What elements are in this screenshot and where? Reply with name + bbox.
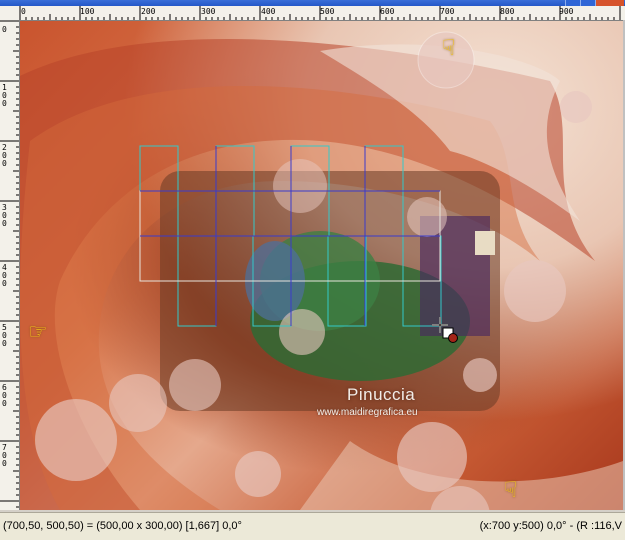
selection-readout: (700,50, 500,50) = (500,00 x 300,00) [1,…: [3, 520, 242, 532]
ruler-label: 600: [380, 7, 395, 16]
ruler-label: 900: [559, 7, 574, 16]
ruler-label: 100: [2, 83, 7, 108]
ruler-label: 600: [2, 383, 7, 408]
ruler-label: 800: [500, 7, 515, 16]
ruler-label: 300: [2, 203, 7, 228]
ruler-label: 100: [80, 7, 95, 16]
ruler-label: 700: [440, 7, 455, 16]
hand-point-down-icon: ☟: [504, 477, 518, 502]
image-canvas[interactable]: ☟ ☞ ☟ Pinuccia www.maidiregrafica.eu: [20, 21, 623, 510]
horizontal-ruler[interactable]: 0 100 200 300 400 500 600 700 800 900: [0, 6, 625, 21]
ruler-label: 500: [2, 323, 7, 348]
ruler-label: 200: [2, 143, 7, 168]
ruler-label: 400: [261, 7, 276, 16]
vertical-ruler[interactable]: 0 100 200 300 400 500 600 700: [0, 20, 20, 510]
ruler-label: 300: [201, 7, 216, 16]
status-bar: (700,50, 500,50) = (500,00 x 300,00) [1,…: [0, 512, 625, 540]
artwork: [20, 31, 623, 510]
ruler-label: 400: [2, 263, 7, 288]
cursor-readout: (x:700 y:500) 0,0° - (R :116,V: [479, 520, 622, 532]
hand-point-down-icon: ☟: [442, 35, 456, 60]
ruler-label: 500: [320, 7, 335, 16]
ruler-label: 700: [2, 443, 7, 468]
watermark-name: Pinuccia: [347, 385, 416, 404]
ruler-label: 200: [141, 7, 156, 16]
window-light: [475, 231, 495, 255]
ruler-label: 0: [21, 7, 26, 16]
watermark-url: www.maidiregrafica.eu: [317, 407, 418, 418]
move-cursor-icon: [432, 317, 458, 343]
ruler-label: 0: [2, 25, 7, 34]
hand-point-right-icon: ☞: [28, 319, 48, 344]
